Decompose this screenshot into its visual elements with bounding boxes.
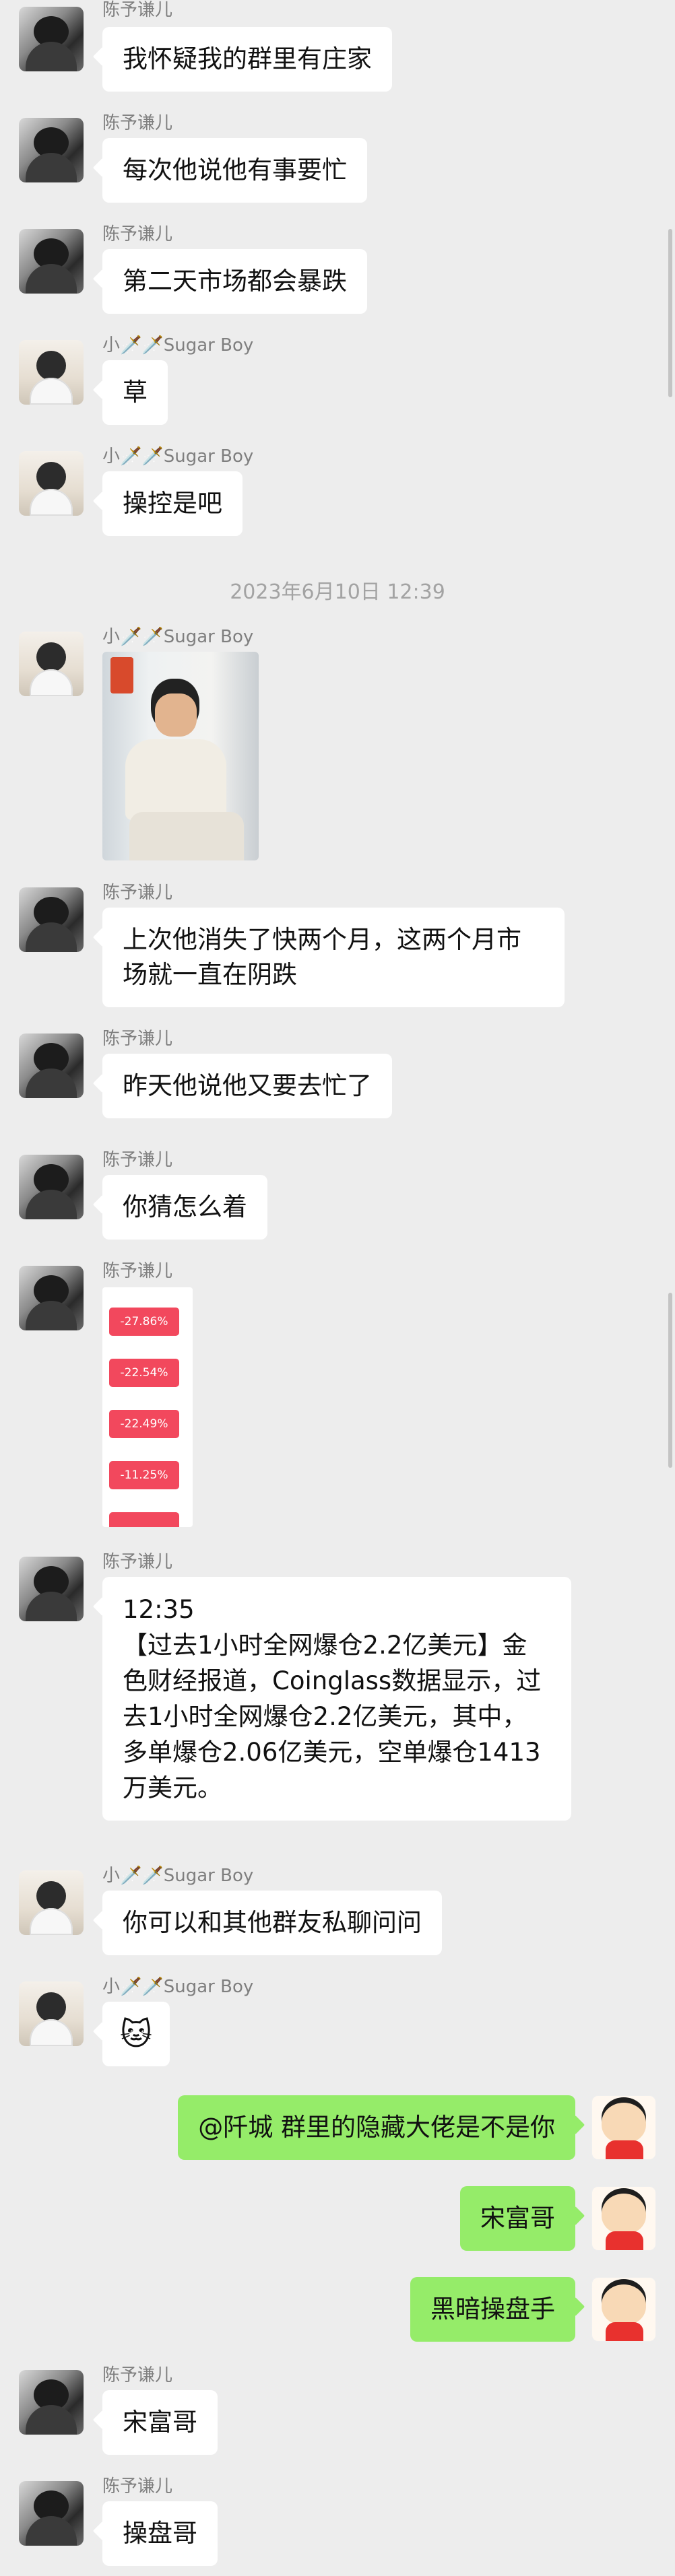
loss-tag-partial <box>109 1512 179 1527</box>
avatar[interactable] <box>19 118 84 182</box>
avatar[interactable] <box>19 2481 84 2546</box>
scrollbar-lower[interactable] <box>668 1293 672 1468</box>
message-bubble[interactable]: @阡城 群里的隐藏大佬是不是你 <box>178 2095 575 2160</box>
avatar[interactable] <box>591 2095 656 2160</box>
sender-name: 陈予谦儿 <box>102 1029 173 1049</box>
avatar[interactable] <box>19 1033 84 1098</box>
image-message[interactable] <box>102 652 259 860</box>
avatar[interactable] <box>19 1266 84 1330</box>
avatar[interactable] <box>19 7 84 71</box>
photo-face <box>155 693 197 737</box>
message-bubble[interactable]: 昨天他说他又要去忙了 <box>102 1054 392 1118</box>
sender-name: 陈予谦儿 <box>102 883 173 903</box>
message-bubble[interactable]: 黑暗操盘手 <box>410 2277 575 2342</box>
sender-name: 陈予谦儿 <box>102 2365 173 2385</box>
photo-shirt <box>125 739 226 820</box>
avatar[interactable] <box>19 2370 84 2435</box>
sender-name: 陈予谦儿 <box>102 2476 173 2497</box>
avatar[interactable] <box>19 229 84 294</box>
scrollbar-upper[interactable] <box>668 229 672 397</box>
avatar[interactable] <box>19 451 84 516</box>
screenshot-image[interactable]: -27.86% -22.54% -22.49% -11.25% <box>102 1287 193 1527</box>
sender-name: 陈予谦儿 <box>102 1150 173 1170</box>
sender-name: 小🗡️🗡️Sugar Boy <box>102 446 254 467</box>
sender-name: 小🗡️🗡️Sugar Boy <box>102 1866 254 1886</box>
message-bubble[interactable]: 每次他说他有事要忙 <box>102 138 367 203</box>
message-bubble[interactable]: 第二天市场都会暴跌 <box>102 249 367 314</box>
message-bubble[interactable]: 宋富哥 <box>102 2390 218 2455</box>
avatar[interactable] <box>19 1870 84 1935</box>
sender-name: 陈予谦儿 <box>102 113 173 133</box>
avatar[interactable] <box>19 1557 84 1621</box>
message-bubble[interactable]: 宋富哥 <box>460 2186 575 2251</box>
message-bubble[interactable]: 操控是吧 <box>102 471 243 536</box>
message-bubble[interactable]: 上次他消失了快两个月，这两个月市场就一直在阴跌 <box>102 908 565 1007</box>
photo-legs <box>129 812 244 860</box>
loss-tag: -22.54% <box>109 1359 179 1387</box>
sender-name: 小🗡️🗡️Sugar Boy <box>102 627 254 647</box>
loss-tag: -27.86% <box>109 1308 179 1336</box>
loss-tag: -11.25% <box>109 1461 179 1489</box>
sender-name: 小🗡️🗡️Sugar Boy <box>102 1977 254 1997</box>
sender-name: 陈予谦儿 <box>102 224 173 244</box>
message-bubble[interactable]: 操盘哥 <box>102 2501 218 2566</box>
sender-name: 陈予谦儿 <box>102 1552 173 1572</box>
cat-emoji-message[interactable]: 🐱 <box>102 2002 170 2066</box>
sender-name: 小🗡️🗡️Sugar Boy <box>102 335 254 355</box>
message-bubble[interactable]: 你可以和其他群友私聊问问 <box>102 1891 442 1955</box>
avatar[interactable] <box>19 1155 84 1219</box>
time-separator: 2023年6月10日 12:39 <box>230 580 445 604</box>
sender-name: 陈予谦儿 <box>102 1261 173 1281</box>
message-bubble[interactable]: 你猜怎么着 <box>102 1175 267 1240</box>
avatar[interactable] <box>591 2186 656 2251</box>
message-bubble[interactable]: 12:35 【过去1小时全网爆仓2.2亿美元】金色财经报道，Coinglass数… <box>102 1577 571 1821</box>
avatar[interactable] <box>19 887 84 952</box>
message-bubble[interactable]: 草 <box>102 360 168 425</box>
avatar[interactable] <box>19 340 84 405</box>
avatar[interactable] <box>19 1981 84 2046</box>
avatar[interactable] <box>19 632 84 696</box>
message-bubble[interactable]: 我怀疑我的群里有庄家 <box>102 27 392 92</box>
sender-name: 陈予谦儿 <box>102 0 173 20</box>
loss-tag: -22.49% <box>109 1410 179 1438</box>
avatar[interactable] <box>591 2277 656 2342</box>
poster-decoration <box>110 657 133 693</box>
